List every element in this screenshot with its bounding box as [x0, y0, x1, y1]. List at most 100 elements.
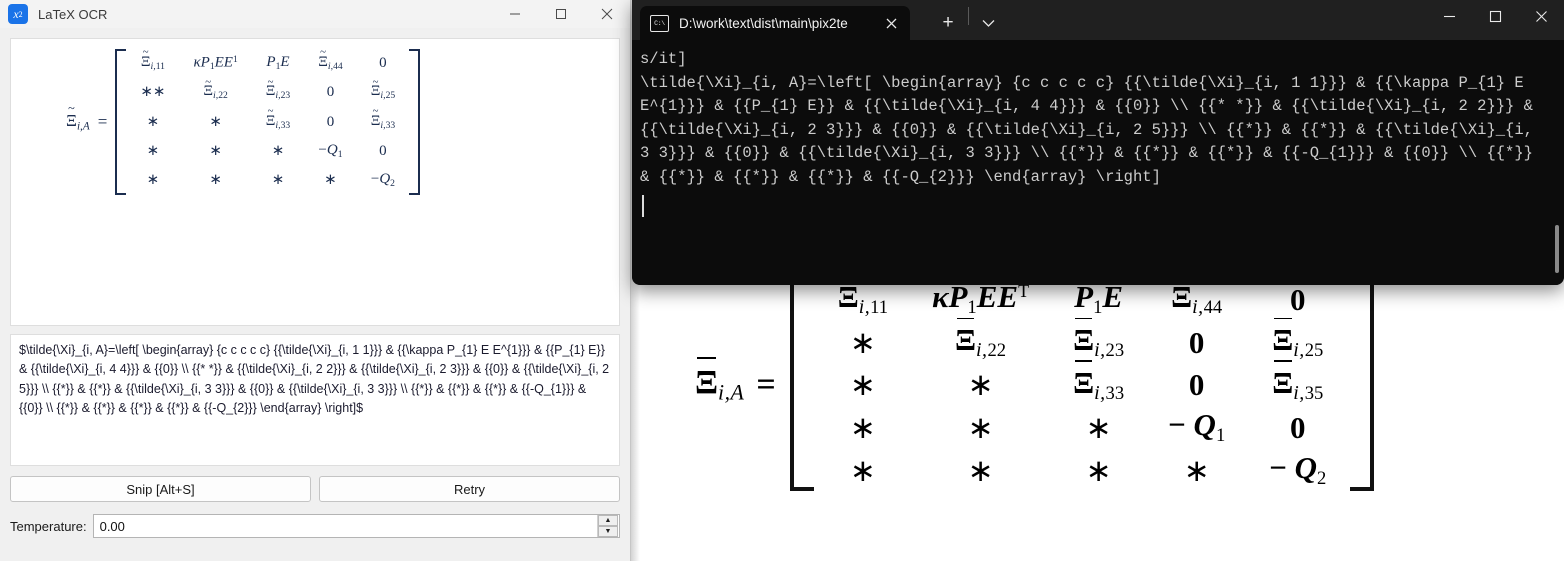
cell-3-1: ∗ — [146, 113, 160, 130]
maximize-icon[interactable] — [538, 0, 584, 28]
terminal-body[interactable]: s/it] \tilde{\Xi}_{i, A}=\left[ \begin{a… — [632, 40, 1564, 285]
cell-4-5: 0 — [379, 142, 387, 159]
table-row: ∗ Ξi,22 Ξi,23 0 Ξi,25 — [816, 317, 1349, 364]
new-tab-button[interactable]: + — [928, 6, 968, 40]
cell-4-2: ∗ — [967, 410, 994, 446]
cell-5-1: ∗ — [146, 171, 160, 188]
minimize-icon[interactable] — [1426, 0, 1472, 33]
cell-3-4: 0 — [326, 113, 335, 130]
cell-4-3: ∗ — [1085, 410, 1112, 446]
cell-1-1: Ξi,11 — [126, 47, 179, 78]
cell-2-4: 0 — [326, 84, 335, 101]
cell-4-4: − Q1 — [1168, 407, 1226, 447]
rendered-latex-preview: Ξi,A = Ξi,11 κP1EE1 P1E Ξi,44 0 ∗∗ Ξi,22… — [10, 38, 620, 326]
table-row: Ξi,11 κP1EE1 P1E Ξi,44 0 — [126, 47, 409, 78]
table-row: ∗ ∗ ∗ ∗ − Q2 — [816, 449, 1349, 492]
cell-5-2: ∗ — [209, 171, 222, 188]
temperature-stepper[interactable]: ▲ ▼ — [597, 515, 618, 537]
cell-5-2: ∗ — [967, 452, 994, 488]
action-button-row: Snip [Alt+S] Retry — [10, 476, 620, 502]
terminal-cursor — [642, 195, 644, 217]
cell-5-1: ∗ — [849, 452, 876, 488]
stepper-down-icon[interactable]: ▼ — [598, 526, 618, 537]
cell-4-1: ∗ — [146, 142, 160, 159]
temperature-input[interactable]: 0.00 — [94, 519, 597, 534]
cell-3-3: Ξi,33 — [1073, 360, 1125, 404]
preview-matrix-equals: = — [97, 111, 108, 131]
bracket-right — [409, 49, 421, 195]
cell-4-4: −Q1 — [318, 142, 343, 160]
cell-1-4: Ξi,44 — [304, 47, 356, 78]
cell-2-4: 0 — [1188, 324, 1205, 360]
latex-output-textbox[interactable]: $\tilde{\Xi}_{i, A}=\left[ \begin{array}… — [10, 334, 620, 466]
snip-button[interactable]: Snip [Alt+S] — [10, 476, 311, 502]
cell-4-3: ∗ — [271, 142, 285, 159]
cell-2-5: Ξi,25 — [357, 77, 409, 107]
cell-4-2: ∗ — [209, 142, 222, 159]
cell-5-5: − Q2 — [1269, 449, 1327, 489]
background-matrix-equals: = — [756, 365, 776, 403]
cell-1-5: 0 — [379, 54, 387, 71]
terminal-tab-bar: C:\ D:\work\text\dist\main\pix2te + — [632, 0, 1564, 40]
preview-matrix-table: Ξi,11 κP1EE1 P1E Ξi,44 0 ∗∗ Ξi,22 Ξi,23 … — [126, 47, 409, 195]
cell-3-3: Ξi,33 — [252, 106, 304, 137]
cell-5-5: −Q2 — [370, 171, 395, 189]
cell-3-2: ∗ — [967, 367, 994, 403]
cell-1-3: P1E — [266, 54, 290, 73]
cell-5-4: ∗ — [1183, 452, 1210, 488]
temperature-row: Temperature: 0.00 ▲ ▼ — [10, 514, 620, 538]
window-controls — [492, 0, 630, 28]
close-icon[interactable] — [878, 10, 904, 36]
app-logo-icon: x2 — [8, 4, 28, 24]
cell-2-1: ∗∗ — [140, 84, 166, 101]
cell-3-1: ∗ — [849, 367, 876, 403]
cell-3-4: 0 — [1188, 367, 1205, 403]
temperature-input-wrapper[interactable]: 0.00 ▲ ▼ — [92, 514, 620, 538]
cell-4-5: 0 — [1290, 410, 1306, 446]
close-icon[interactable] — [584, 0, 630, 28]
table-row: ∗ ∗ ∗ ∗ −Q2 — [126, 166, 409, 195]
terminal-scrollbar-thumb[interactable] — [1555, 225, 1559, 273]
cell-2-1: ∗ — [849, 324, 876, 360]
table-row: ∗ ∗ Ξi,33 0 Ξi,35 — [816, 360, 1349, 407]
latex-ocr-window: x2 LaTeX OCR Ξi,A = Ξi,11 κP — [0, 0, 631, 561]
table-row: ∗∗ Ξi,22 Ξi,23 0 Ξi,25 — [126, 77, 409, 107]
retry-button[interactable]: Retry — [319, 476, 620, 502]
cell-5-4: ∗ — [324, 171, 337, 188]
close-icon[interactable] — [1518, 0, 1564, 33]
cell-2-2: Ξi,22 — [179, 77, 251, 107]
terminal-tab[interactable]: C:\ D:\work\text\dist\main\pix2te — [640, 6, 910, 40]
table-row: ∗ ∗ ∗ −Q1 0 — [126, 137, 409, 166]
maximize-icon[interactable] — [1472, 0, 1518, 33]
background-matrix-table: Ξi,11 κP1EET P1E Ξi,44 0 ∗ Ξi,22 Ξi,23 0… — [816, 274, 1349, 492]
table-row: ∗ ∗ Ξi,33 0 Ξi,33 — [126, 106, 409, 137]
cell-2-3: Ξi,23 — [252, 77, 304, 107]
preview-matrix-equation: Ξi,A = Ξi,11 κP1EE1 P1E Ξi,44 0 ∗∗ Ξi,22… — [66, 47, 421, 195]
temperature-label: Temperature: — [10, 518, 87, 534]
terminal-window: C:\ D:\work\text\dist\main\pix2te + s/it… — [632, 0, 1564, 285]
cell-3-5: Ξi,35 — [1272, 360, 1324, 404]
terminal-window-controls — [1426, 0, 1564, 33]
bracket-left — [115, 49, 127, 195]
table-row: ∗ ∗ ∗ − Q1 0 — [816, 406, 1349, 449]
cell-4-1: ∗ — [849, 410, 876, 446]
cell-2-2: Ξi,22 — [955, 317, 1007, 361]
stepper-up-icon[interactable]: ▲ — [598, 515, 618, 526]
cell-2-3: Ξi,23 — [1073, 317, 1125, 361]
bracket-right — [1350, 278, 1375, 492]
cell-3-5: Ξi,33 — [357, 106, 409, 137]
cell-5-3: ∗ — [271, 171, 285, 188]
background-matrix-equation: Ξi,A = Ξi,11 κP1EET P1E Ξi,44 0 ∗ Ξi,22 … — [650, 274, 1550, 492]
minimize-icon[interactable] — [492, 0, 538, 28]
chevron-down-icon[interactable] — [969, 6, 1007, 40]
terminal-tab-title: D:\work\text\dist\main\pix2te — [679, 15, 848, 31]
background-matrix-lhs: Ξi,A — [695, 357, 745, 405]
command-prompt-icon: C:\ — [650, 14, 669, 32]
cell-1-2: κP1EE1 — [193, 54, 238, 73]
terminal-scrollbar[interactable] — [1555, 40, 1559, 285]
cell-3-2: ∗ — [209, 113, 222, 130]
app-title: LaTeX OCR — [38, 6, 108, 22]
cell-2-5: Ξi,25 — [1272, 317, 1324, 361]
bracket-left — [789, 278, 814, 492]
app-title-bar: x2 LaTeX OCR — [0, 0, 630, 28]
